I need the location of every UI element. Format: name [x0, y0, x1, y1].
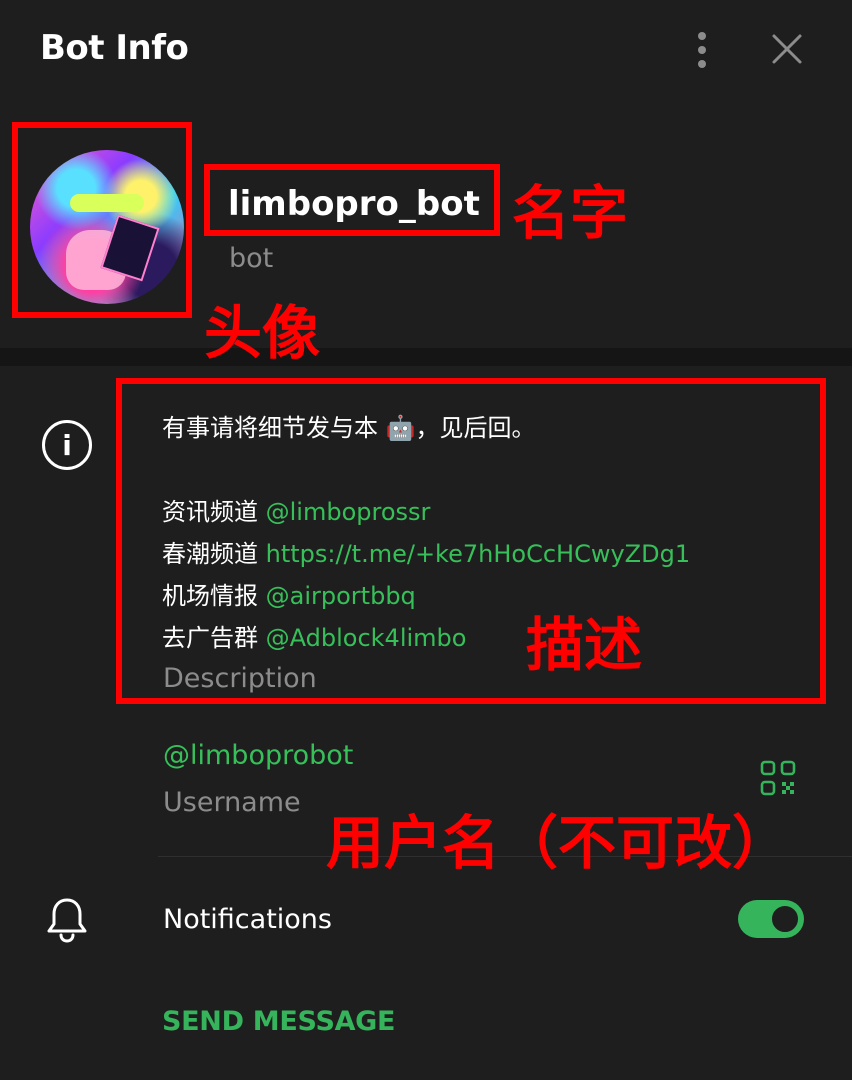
page-title: Bot Info	[40, 28, 189, 68]
notifications-label: Notifications	[163, 904, 332, 935]
qr-code-icon[interactable]	[760, 760, 796, 796]
more-dot-icon	[698, 60, 706, 68]
annotation-description: 描述	[526, 611, 643, 679]
more-dot-icon	[698, 32, 706, 40]
bot-subtitle: bot	[229, 243, 274, 274]
info-icon: i	[42, 420, 92, 470]
description-highlight-box	[116, 378, 826, 704]
more-dot-icon	[698, 46, 706, 54]
username-value[interactable]: @limboprobot	[163, 740, 353, 771]
avatar-highlight-box	[12, 122, 192, 318]
close-icon[interactable]	[768, 30, 806, 68]
more-options-button[interactable]	[688, 28, 716, 72]
annotation-username: 用户名（不可改）	[326, 809, 791, 877]
annotation-avatar: 头像	[204, 299, 321, 367]
annotation-name: 名字	[512, 179, 629, 247]
send-message-button[interactable]: SEND MESSAGE	[162, 1006, 396, 1037]
bell-icon	[47, 898, 87, 943]
username-label: Username	[163, 787, 301, 818]
name-highlight-box	[204, 164, 500, 236]
section-separator	[0, 348, 852, 366]
toggle-knob	[769, 903, 801, 935]
notifications-toggle[interactable]	[738, 900, 804, 938]
